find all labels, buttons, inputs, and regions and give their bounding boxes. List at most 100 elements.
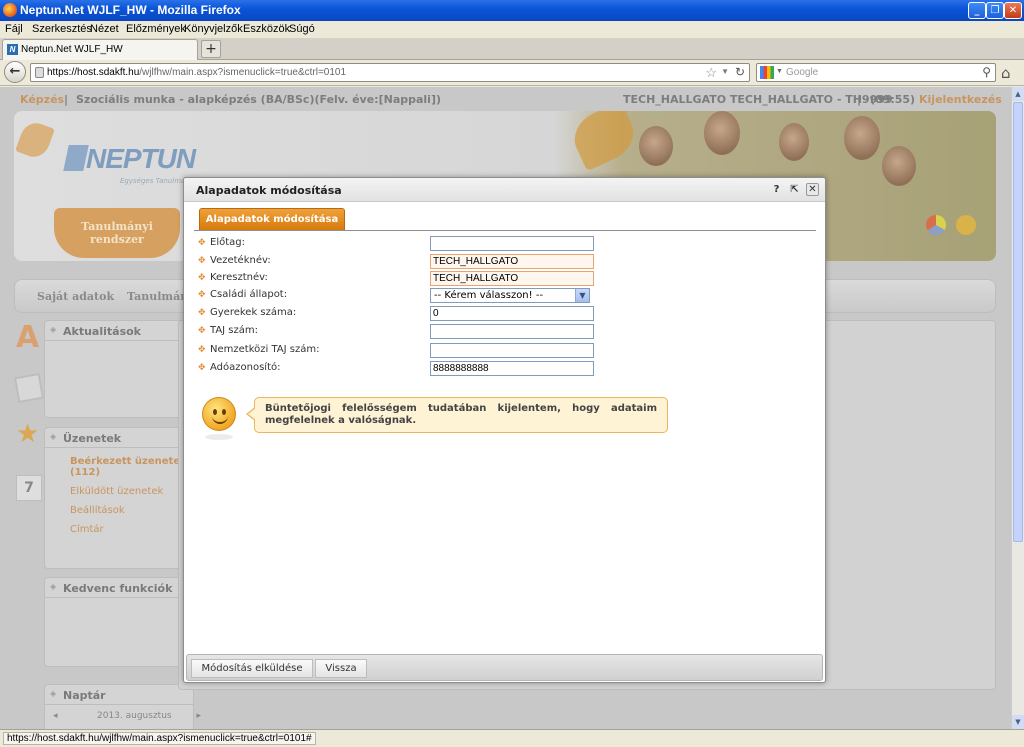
smiley-icon bbox=[202, 397, 236, 431]
url-dropdown-icon[interactable]: ▼ bbox=[721, 67, 729, 76]
bullet-icon: ✥ bbox=[198, 238, 206, 248]
session-time: (09:55) bbox=[870, 93, 916, 106]
calendar-prev-icon[interactable]: ◂ bbox=[53, 711, 58, 721]
close-dialog-button[interactable]: ✕ bbox=[806, 183, 819, 196]
vertical-scrollbar[interactable]: ▲ ▼ bbox=[1011, 87, 1024, 729]
bookmark-star-icon[interactable]: ☆ bbox=[705, 65, 717, 81]
tab-divider bbox=[194, 230, 816, 231]
menu-bookmarks[interactable]: Könyvjelzők bbox=[184, 23, 243, 35]
student-photo bbox=[704, 111, 740, 155]
scroll-down-icon[interactable]: ▼ bbox=[1012, 715, 1024, 729]
calendar-month: 2013. augusztus bbox=[97, 711, 172, 721]
messages-panel-title: Üzenetek bbox=[45, 428, 193, 448]
google-icon[interactable] bbox=[760, 66, 774, 79]
first-name-input[interactable]: TECH_HALLGATO bbox=[430, 271, 594, 286]
chevron-down-icon[interactable]: ▼ bbox=[575, 289, 589, 302]
menu-tools[interactable]: Eszközök bbox=[243, 23, 290, 35]
close-window-button[interactable]: ✕ bbox=[1004, 2, 1022, 19]
dialog-footer: Módosítás elküldése Vissza bbox=[186, 654, 823, 681]
tab-bar: N Neptun.Net WJLF_HW + bbox=[0, 38, 1024, 60]
marital-status-label: Családi állapot: bbox=[210, 289, 288, 300]
logout-link[interactable]: Kijelentkezés bbox=[919, 93, 1002, 106]
bullet-icon: ✥ bbox=[198, 308, 206, 318]
settings-link[interactable]: Beállítások bbox=[45, 505, 193, 516]
neptun-logo-icon bbox=[63, 145, 89, 171]
star-icon: ★ bbox=[16, 419, 40, 449]
marital-status-select[interactable]: -- Kérem válasszon! -- ▼ bbox=[430, 288, 590, 303]
status-text: https://host.sdakft.hu/wjlfhw/main.aspx?… bbox=[3, 732, 316, 745]
search-engine-dropdown-icon[interactable]: ▼ bbox=[776, 68, 783, 75]
menu-view[interactable]: Nézet bbox=[90, 23, 119, 35]
bullet-icon: ✥ bbox=[198, 326, 206, 336]
maximize-button[interactable]: ❐ bbox=[986, 2, 1004, 19]
menu-help[interactable]: Súgó bbox=[289, 23, 315, 35]
window-titlebar: Neptun.Net WJLF_HW - Mozilla Firefox _ ❐… bbox=[0, 0, 1024, 21]
popout-icon[interactable]: ⇱ bbox=[788, 183, 801, 196]
student-photo bbox=[882, 146, 916, 186]
intl-taj-input[interactable] bbox=[430, 343, 594, 358]
news-panel: Aktualitások bbox=[44, 320, 194, 418]
bullet-icon: ✥ bbox=[198, 256, 206, 266]
home-icon[interactable]: ⌂ bbox=[1001, 64, 1011, 82]
firefox-icon bbox=[3, 3, 17, 17]
prefix-input[interactable] bbox=[430, 236, 594, 251]
training-link[interactable]: Képzés bbox=[20, 93, 64, 106]
bullet-icon: ✥ bbox=[198, 290, 206, 300]
smiley-icon[interactable] bbox=[956, 215, 976, 235]
browser-chrome-icon[interactable] bbox=[926, 215, 946, 235]
favorites-panel-title: Kedvenc funkciók bbox=[45, 578, 193, 598]
back-button[interactable]: Vissza bbox=[315, 659, 367, 678]
address-bar[interactable]: https://host.sdakft.hu/wjlfhw/main.aspx?… bbox=[30, 63, 750, 82]
first-name-label: Keresztnév: bbox=[210, 272, 268, 283]
prefix-label: Előtag: bbox=[210, 237, 245, 248]
reload-icon[interactable]: ↻ bbox=[735, 65, 745, 79]
tab-label: Neptun.Net WJLF_HW bbox=[21, 44, 123, 55]
separator: | bbox=[857, 93, 862, 106]
tax-id-label: Adóazonosító: bbox=[210, 362, 281, 373]
favorites-panel: Kedvenc funkciók bbox=[44, 577, 194, 667]
system-tab[interactable]: Tanulmányi rendszer bbox=[54, 208, 180, 258]
inbox-link[interactable]: Beérkezett üzenetek (112) bbox=[45, 456, 193, 478]
tab-basic-data[interactable]: Alapadatok módosítása bbox=[199, 208, 345, 230]
sent-messages-link[interactable]: Elküldött üzenetek bbox=[45, 486, 193, 497]
status-bar: https://host.sdakft.hu/wjlfhw/main.aspx?… bbox=[0, 729, 1024, 747]
neptun-logo: NEPTUN bbox=[86, 143, 196, 174]
tab-neptun[interactable]: N Neptun.Net WJLF_HW bbox=[2, 39, 198, 60]
neptun-favicon-icon: N bbox=[7, 44, 18, 55]
window-title: Neptun.Net WJLF_HW - Mozilla Firefox bbox=[20, 3, 241, 17]
training-name: Szociális munka - alapképzés (BA/BSc)(Fe… bbox=[76, 93, 442, 106]
menu-history[interactable]: Előzmények bbox=[126, 23, 186, 35]
calendar-next-icon[interactable]: ▸ bbox=[196, 711, 201, 721]
help-icon[interactable]: ? bbox=[770, 183, 783, 196]
new-tab-button[interactable]: + bbox=[201, 40, 221, 58]
student-photo bbox=[639, 126, 673, 166]
news-panel-title: Aktualitások bbox=[45, 321, 193, 341]
directory-link[interactable]: Címtár bbox=[45, 524, 193, 535]
minimize-button[interactable]: _ bbox=[968, 2, 986, 19]
url-text: https://host.sdakft.hu/wjlfhw/main.aspx?… bbox=[47, 67, 347, 78]
declaration-bubble: Büntetőjogi felelősségem tudatában kijel… bbox=[246, 397, 668, 433]
edit-basic-data-dialog: Alapadatok módosítása ? ⇱ ✕ Alapadatok m… bbox=[183, 177, 826, 683]
search-bar[interactable]: ▼ Google ⚲ bbox=[756, 63, 996, 82]
leaf-icon bbox=[15, 118, 55, 162]
submit-button[interactable]: Módosítás elküldése bbox=[191, 659, 313, 678]
tax-id-input[interactable]: 8888888888 bbox=[430, 361, 594, 376]
navigation-bar: ← https://host.sdakft.hu/wjlfhw/main.asp… bbox=[0, 60, 1024, 86]
lock-icon bbox=[35, 67, 44, 78]
back-button[interactable]: ← bbox=[4, 61, 26, 83]
leaf-icon bbox=[566, 111, 642, 172]
search-icon[interactable]: ⚲ bbox=[982, 65, 991, 79]
children-input[interactable]: 0 bbox=[430, 306, 594, 321]
last-name-input[interactable]: TECH_HALLGATO bbox=[430, 254, 594, 269]
last-name-label: Vezetéknév: bbox=[210, 255, 271, 266]
search-placeholder: Google bbox=[786, 67, 819, 78]
scroll-up-icon[interactable]: ▲ bbox=[1012, 87, 1024, 101]
smiley-shadow bbox=[205, 434, 233, 440]
menu-edit[interactable]: Szerkesztés bbox=[32, 23, 92, 35]
nav-own-data[interactable]: Saját adatok bbox=[37, 290, 114, 303]
children-label: Gyerekek száma: bbox=[210, 307, 297, 318]
scroll-thumb[interactable] bbox=[1013, 102, 1023, 542]
taj-input[interactable] bbox=[430, 324, 594, 339]
menu-file[interactable]: Fájl bbox=[5, 23, 23, 35]
marital-status-value: -- Kérem válasszon! -- bbox=[434, 290, 544, 301]
